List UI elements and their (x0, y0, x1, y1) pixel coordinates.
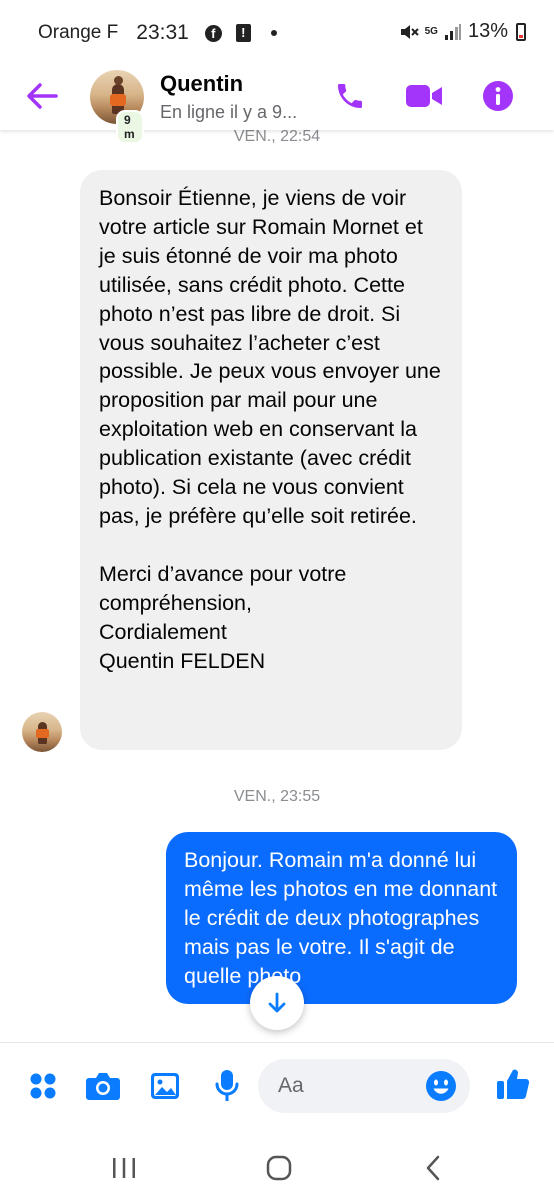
status-bar-left: Orange F 23:31 f ! (38, 21, 277, 45)
video-call-button[interactable] (404, 78, 444, 114)
sender-avatar[interactable] (22, 712, 62, 752)
timestamp-divider: VEN., 23:55 (233, 788, 321, 805)
presence-badge: 9 m (116, 110, 144, 144)
chevron-left-icon (426, 1155, 440, 1181)
emoji-button[interactable] (424, 1069, 458, 1103)
scroll-to-bottom-button[interactable] (250, 976, 304, 1030)
contact-status: En ligne il y a 9... (160, 102, 298, 122)
clock: 23:31 (136, 21, 189, 44)
like-button[interactable] (494, 1065, 532, 1103)
status-bar: Orange F 23:31 f ! 5G 13% (0, 0, 554, 64)
image-icon (151, 1073, 179, 1099)
home-button[interactable] (259, 1148, 299, 1188)
gallery-button[interactable] (146, 1067, 184, 1105)
arrow-left-icon (27, 83, 58, 109)
more-actions-button[interactable] (24, 1067, 62, 1105)
arrow-down-icon (268, 992, 286, 1013)
camera-button[interactable] (84, 1067, 122, 1105)
contact-name[interactable]: Quentin (160, 71, 243, 97)
camera-icon (86, 1073, 120, 1100)
facebook-notification-icon: f (204, 24, 222, 42)
status-bar-right: 5G 13% (399, 20, 526, 43)
outgoing-message-bubble[interactable]: Bonjour. Romain m'a donné lui même les p… (166, 832, 517, 1004)
carrier-label: Orange F (38, 22, 119, 43)
contact-avatar[interactable]: 9 m (90, 70, 144, 144)
voice-message-button[interactable] (208, 1067, 246, 1105)
more-notifications-icon (270, 30, 277, 36)
back-button[interactable] (24, 78, 64, 114)
message-input[interactable] (278, 1059, 418, 1113)
network-type: 5G (424, 26, 438, 37)
recent-apps-icon (113, 1158, 135, 1178)
signal-icon (444, 23, 461, 40)
smiley-icon (426, 1071, 456, 1101)
microphone-icon (215, 1070, 239, 1101)
info-icon (483, 81, 513, 111)
four-dots-icon (30, 1073, 56, 1099)
system-navigation-bar (0, 1132, 554, 1200)
battery-icon (516, 22, 526, 41)
home-icon (266, 1155, 292, 1181)
message-composer (0, 1042, 554, 1132)
battery-level: 13% (467, 20, 508, 42)
system-back-button[interactable] (414, 1148, 454, 1188)
timestamp-divider: VEN., 22:54 (233, 130, 321, 145)
thumbs-up-icon (497, 1069, 530, 1099)
conversation-header: 9 m Quentin En ligne il y a 9... (0, 64, 554, 144)
phone-icon (338, 84, 362, 108)
incoming-message-bubble[interactable]: Bonsoir Étienne, je viens de voir votre … (80, 170, 462, 750)
mute-icon (400, 24, 419, 39)
audio-call-button[interactable] (330, 78, 370, 114)
conversation-thread[interactable]: VEN., 22:54 Bonsoir Étienne, je viens de… (0, 130, 554, 1042)
alert-notification-icon: ! (235, 24, 251, 42)
message-field[interactable] (258, 1059, 470, 1113)
recent-apps-button[interactable] (104, 1148, 144, 1188)
info-button[interactable] (478, 78, 518, 114)
video-camera-icon (406, 85, 442, 107)
